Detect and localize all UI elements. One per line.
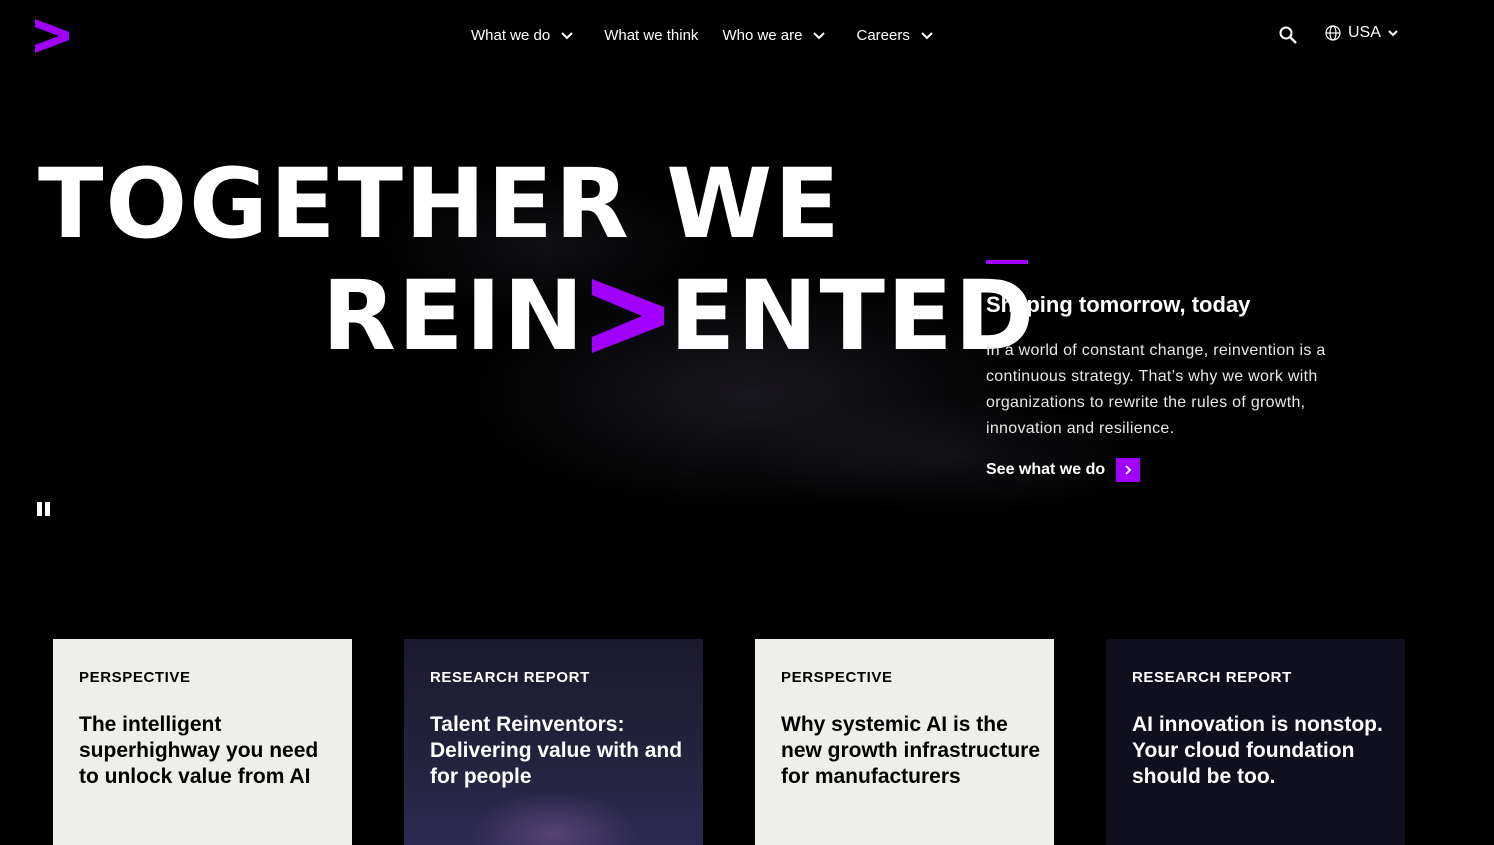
card-tag: RESEARCH REPORT (430, 669, 590, 686)
accenture-logo-icon[interactable] (35, 19, 69, 53)
accent-bar (986, 260, 1028, 264)
hero-section: TOGETHER WE REIN ENTED Shaping tomorrow,… (0, 72, 1494, 572)
chevron-down-icon (921, 32, 933, 40)
chevron-down-icon (561, 32, 573, 40)
globe-icon (1325, 25, 1341, 41)
card-tag: PERSPECTIVE (79, 669, 191, 686)
locale-label: USA (1348, 24, 1381, 41)
nav-who-we-are[interactable]: Who we are (722, 26, 832, 44)
see-what-we-do-link[interactable]: See what we do (986, 458, 1141, 482)
pause-icon[interactable] (37, 502, 51, 516)
card-title: Talent Reinventors: Delivering value wit… (430, 713, 683, 788)
nav-careers[interactable]: Careers (856, 26, 939, 44)
cta-label: See what we do (986, 461, 1106, 478)
search-icon[interactable] (1278, 25, 1298, 45)
card-tag: RESEARCH REPORT (1132, 669, 1292, 686)
card-title: The intelligent superhighway you need to… (79, 713, 319, 788)
hero-description: In a world of constant change, reinventi… (986, 342, 1326, 437)
content-card[interactable]: PERSPECTIVE Why systemic AI is the new g… (755, 639, 1054, 845)
hero-subtitle: Shaping tomorrow, today (986, 292, 1251, 317)
hero-headline-line-1: TOGETHER WE (38, 148, 842, 260)
card-title: AI innovation is nonstop. Your cloud fou… (1132, 713, 1383, 788)
chevron-down-icon (813, 32, 826, 40)
nav-label: What we think (604, 26, 699, 44)
locale-selector[interactable]: USA (1325, 24, 1400, 42)
site-header: What we do What we think Who we are Care… (0, 0, 1494, 72)
card-title: Why systemic AI is the new growth infras… (781, 713, 1041, 788)
card-tag: PERSPECTIVE (781, 669, 893, 686)
headline-part-2: ENTED (669, 260, 1037, 372)
nav-what-we-do[interactable]: What we do (471, 26, 580, 44)
nav-label: Who we are (722, 26, 803, 44)
hero-headline-line-2: REIN ENTED (322, 268, 1036, 364)
nav-what-we-think[interactable]: What we think (604, 27, 698, 44)
content-card[interactable]: RESEARCH REPORT AI innovation is nonstop… (1106, 639, 1405, 845)
nav-label: What we do (471, 26, 551, 44)
content-card[interactable]: RESEARCH REPORT Talent Reinventors: Deli… (404, 639, 703, 845)
chevron-down-icon (1388, 30, 1398, 37)
content-card[interactable]: PERSPECTIVE The intelligent superhighway… (53, 639, 352, 845)
arrow-right-icon (1116, 458, 1141, 482)
nav-label: Careers (856, 26, 910, 44)
greater-than-logo-icon (591, 279, 664, 353)
headline-part-1: REIN (322, 260, 586, 372)
main-nav: What we do What we think Who we are Care… (471, 22, 964, 48)
